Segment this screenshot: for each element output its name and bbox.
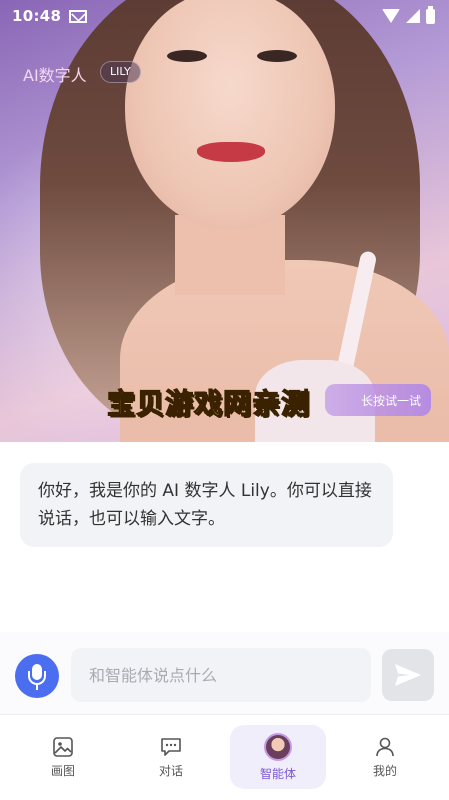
message-input[interactable] <box>71 648 371 702</box>
chat-icon <box>161 737 181 756</box>
mail-icon <box>69 9 88 23</box>
portrait-face <box>125 0 335 230</box>
nav-label-agent: 智能体 <box>259 766 296 781</box>
input-bar <box>0 632 449 714</box>
chat-area: 你好，我是你的 AI 数字人 Lily。你可以直接说话，也可以输入文字。 <box>0 442 449 632</box>
nav-label-draw: 画图 <box>50 763 75 778</box>
portrait-lips <box>197 142 265 162</box>
long-press-button[interactable]: 长按试一试 <box>325 384 431 416</box>
status-bar: 10:48 <box>0 0 449 32</box>
watermark-text: 宝贝游戏网亲测 <box>106 386 311 420</box>
page-title: AI数字人 <box>23 66 87 85</box>
microphone-icon-arc <box>28 671 46 685</box>
microphone-icon-stem <box>36 685 38 690</box>
portrait-eye-right <box>257 50 297 62</box>
character-badge: LILY <box>100 61 141 83</box>
send-icon <box>395 664 421 686</box>
nav-item-agent[interactable]: 智能体 <box>230 725 326 789</box>
nav-item-draw[interactable]: 画图 <box>15 725 111 789</box>
nav-label-chat: 对话 <box>158 763 183 778</box>
signal-icon <box>406 9 420 23</box>
status-time: 10:48 <box>12 7 62 25</box>
bottom-navigation: 画图 对话 智能体 我的 <box>0 714 449 800</box>
nav-item-profile[interactable]: 我的 <box>337 725 433 789</box>
profile-icon <box>376 737 394 756</box>
assistant-message-bubble: 你好，我是你的 AI 数字人 Lily。你可以直接说话，也可以输入文字。 <box>20 463 393 547</box>
nav-item-chat[interactable]: 对话 <box>123 725 219 789</box>
image-icon <box>53 736 73 757</box>
avatar-icon <box>264 732 292 761</box>
microphone-button[interactable] <box>15 654 59 698</box>
status-indicators <box>382 5 435 24</box>
battery-icon <box>426 5 435 24</box>
send-button[interactable] <box>382 649 434 701</box>
portrait-eye-left <box>167 50 207 62</box>
nav-label-profile: 我的 <box>372 763 397 778</box>
wifi-icon <box>382 9 400 23</box>
